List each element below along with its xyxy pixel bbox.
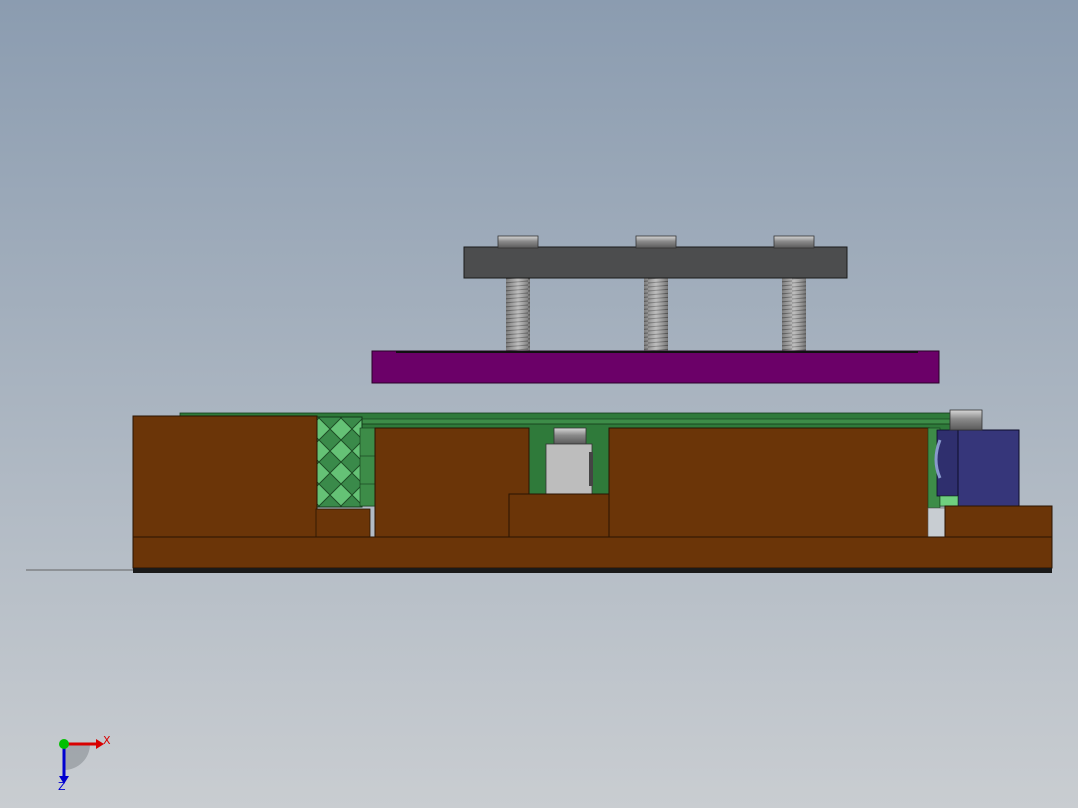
brown-block-step-right[interactable]	[944, 505, 1053, 539]
brown-block-left[interactable]	[132, 415, 318, 539]
cad-viewport[interactable]: X Z	[0, 0, 1078, 808]
cap-left[interactable]	[497, 235, 539, 249]
purple-plate-group[interactable]	[371, 350, 940, 384]
bolt-middle[interactable]	[644, 277, 668, 351]
grey-punch-block[interactable]	[545, 443, 593, 497]
viewport-background	[0, 0, 1078, 808]
blue-block-small[interactable]	[936, 429, 962, 497]
brown-block-right[interactable]	[608, 427, 930, 539]
upper-assembly[interactable]	[463, 235, 848, 351]
bolt-left[interactable]	[506, 277, 530, 351]
y-axis-icon	[59, 739, 69, 749]
bolt-right[interactable]	[782, 277, 806, 351]
cap-right[interactable]	[773, 235, 815, 249]
lower-assembly[interactable]	[26, 409, 1053, 573]
blue-block[interactable]	[957, 429, 1020, 507]
brown-block-center[interactable]	[374, 427, 530, 539]
model-view: X Z	[0, 0, 1078, 808]
brown-base-plate[interactable]	[132, 536, 1053, 569]
z-axis-label: Z	[58, 780, 66, 793]
grey-punch-cap[interactable]	[553, 427, 587, 445]
top-plate[interactable]	[463, 246, 848, 279]
cap-middle[interactable]	[635, 235, 677, 249]
diamond-bushing[interactable]	[315, 416, 363, 508]
right-cap[interactable]	[949, 409, 983, 431]
x-axis-label: X	[103, 734, 111, 747]
base-bottom-edge	[133, 568, 1052, 573]
purple-plate[interactable]	[371, 350, 940, 384]
